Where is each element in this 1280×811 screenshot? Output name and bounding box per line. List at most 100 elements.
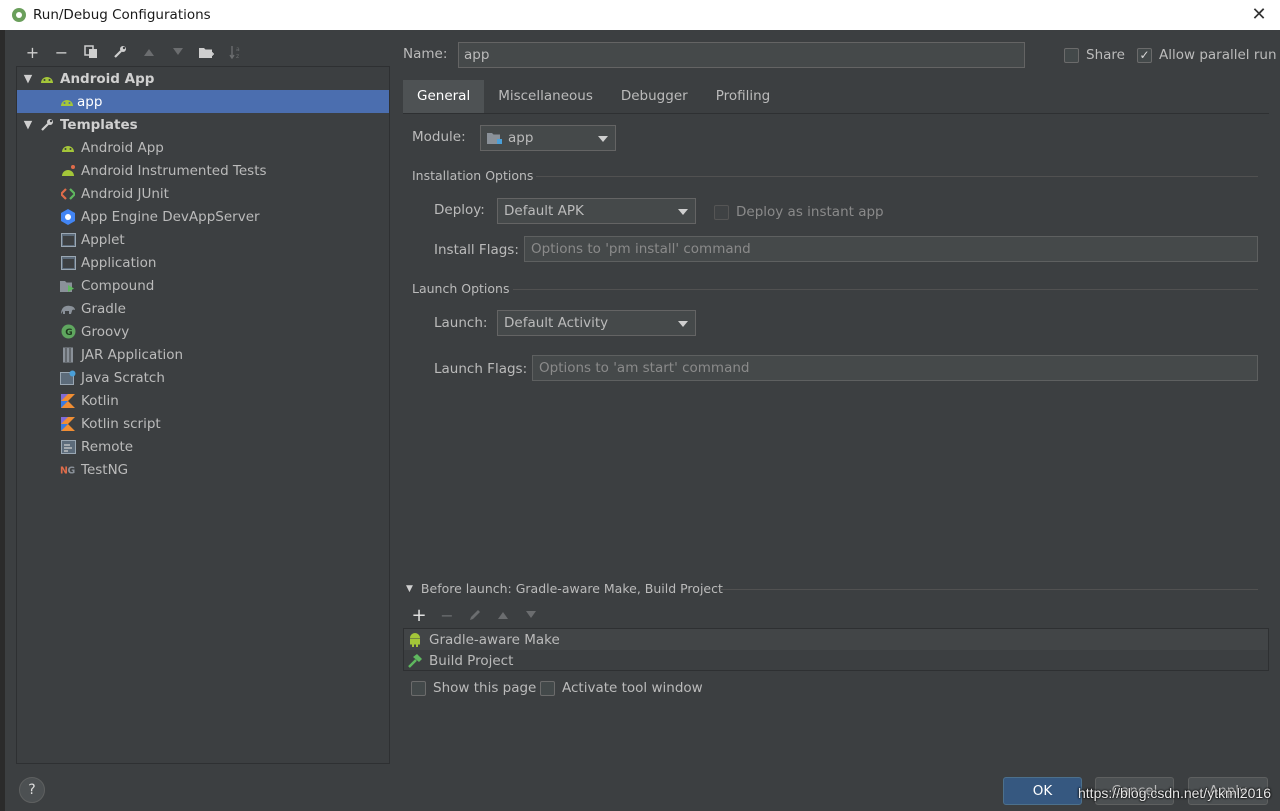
activate-tool-window-option[interactable]: Activate tool window [540, 680, 703, 696]
allow-parallel-option[interactable]: ✓ Allow parallel run [1137, 47, 1277, 63]
tab-miscellaneous[interactable]: Miscellaneous [484, 80, 607, 113]
launch-label: Launch: [434, 315, 487, 331]
deploy-instant-option[interactable]: Deploy as instant app [714, 204, 884, 220]
deploy-value: Default APK [504, 203, 584, 219]
installation-options-title: Installation Options [412, 168, 533, 183]
plus-icon[interactable]: + [18, 41, 47, 63]
config-toolbar: + − az [18, 40, 250, 64]
show-page-option[interactable]: Show this page [411, 680, 536, 696]
tree-item-label: Java Scratch [81, 370, 165, 386]
launch-options-title: Launch Options [412, 281, 509, 296]
application-icon [60, 255, 76, 271]
junit-icon [60, 186, 76, 202]
tree-item-template[interactable]: Compound [17, 274, 389, 297]
tree-item-template[interactable]: JAR Application [17, 343, 389, 366]
allow-parallel-checkbox[interactable]: ✓ [1137, 48, 1152, 63]
expand-arrow-icon[interactable]: ▼ [21, 118, 35, 131]
deploy-label: Deploy: [434, 202, 485, 218]
tree-group-templates[interactable]: ▼ Templates [17, 113, 389, 136]
tree-group-label: Templates [60, 117, 138, 133]
list-item-label: Gradle-aware Make [429, 632, 560, 648]
before-launch-toolbar: + − [405, 604, 545, 626]
tree-item-template[interactable]: Android Instrumented Tests [17, 159, 389, 182]
applet-icon [60, 232, 76, 248]
module-dropdown[interactable]: app [480, 125, 616, 151]
share-label: Share [1086, 47, 1125, 63]
tree-item-label: app [77, 94, 102, 110]
section-divider [513, 289, 1258, 290]
list-item-label: Build Project [429, 653, 513, 669]
list-item[interactable]: Gradle-aware Make [404, 629, 1268, 650]
tab-debugger[interactable]: Debugger [607, 80, 702, 113]
minus-icon[interactable]: − [433, 604, 461, 626]
tab-general[interactable]: General [403, 80, 484, 113]
collapse-arrow-icon[interactable]: ▼ [406, 584, 413, 594]
chevron-down-icon [598, 136, 608, 142]
tree-group-label: Android App [60, 71, 154, 87]
tree-item-template[interactable]: NG TestNG [17, 458, 389, 481]
close-icon[interactable]: ✕ [1248, 4, 1270, 26]
tree-item-template[interactable]: Gradle [17, 297, 389, 320]
help-button[interactable]: ? [19, 777, 45, 803]
tree-item-label: Android App [81, 140, 164, 156]
tab-bar: General Miscellaneous Debugger Profiling [403, 80, 1269, 114]
ok-button[interactable]: OK [1003, 777, 1082, 805]
deploy-dropdown[interactable]: Default APK [497, 198, 696, 224]
folder-icon[interactable] [192, 41, 221, 63]
sort-icon[interactable]: az [221, 41, 250, 63]
tree-item-label: Remote [81, 439, 133, 455]
tree-item-app[interactable]: app [17, 90, 389, 113]
tree-item-template[interactable]: Android JUnit [17, 182, 389, 205]
tree-item-template[interactable]: App Engine DevAppServer [17, 205, 389, 228]
move-up-icon[interactable] [489, 604, 517, 626]
plus-icon[interactable]: + [405, 604, 433, 626]
move-down-icon[interactable] [517, 604, 545, 626]
tree-item-template[interactable]: Application [17, 251, 389, 274]
edit-icon[interactable] [461, 604, 489, 626]
share-checkbox[interactable] [1064, 48, 1079, 63]
copy-icon[interactable] [76, 41, 105, 63]
expand-arrow-icon[interactable]: ▼ [21, 72, 35, 85]
configuration-tree: ▼ Android App app ▼ Templates Android Ap… [16, 66, 390, 764]
tab-profiling[interactable]: Profiling [702, 80, 785, 113]
tree-item-template[interactable]: Java Scratch [17, 366, 389, 389]
tree-item-template[interactable]: Kotlin [17, 389, 389, 412]
install-flags-label: Install Flags: [434, 242, 519, 258]
wrench-icon[interactable] [105, 41, 134, 63]
activate-tool-window-label: Activate tool window [562, 680, 703, 696]
tree-item-template[interactable]: Android App [17, 136, 389, 159]
list-item[interactable]: Build Project [404, 650, 1268, 671]
tree-item-template[interactable]: Remote [17, 435, 389, 458]
tree-item-label: TestNG [81, 462, 128, 478]
launch-flags-label: Launch Flags: [434, 361, 527, 377]
module-value: app [508, 130, 533, 146]
chevron-down-icon [678, 321, 688, 327]
android-icon [39, 71, 55, 87]
move-down-icon[interactable] [163, 41, 192, 63]
launch-dropdown[interactable]: Default Activity [497, 310, 696, 336]
name-field[interactable] [458, 42, 1025, 68]
show-page-label: Show this page [433, 680, 536, 696]
launch-flags-input[interactable] [532, 355, 1258, 381]
install-flags-input[interactable] [524, 236, 1258, 262]
minus-icon[interactable]: − [47, 41, 76, 63]
before-launch-list: Gradle-aware Make Build Project [403, 628, 1269, 671]
deploy-instant-label: Deploy as instant app [736, 204, 884, 220]
tree-item-template[interactable]: G Groovy [17, 320, 389, 343]
show-page-checkbox[interactable] [411, 681, 426, 696]
android-icon [59, 94, 75, 110]
tree-item-label: JAR Application [81, 347, 183, 363]
android-icon [407, 632, 423, 648]
tree-item-template[interactable]: Applet [17, 228, 389, 251]
move-up-icon[interactable] [134, 41, 163, 63]
window-title: Run/Debug Configurations [33, 7, 211, 23]
before-launch-header[interactable]: ▼ Before launch: Gradle-aware Make, Buil… [406, 581, 723, 596]
deploy-instant-checkbox[interactable] [714, 205, 729, 220]
activate-tool-window-checkbox[interactable] [540, 681, 555, 696]
tree-item-template[interactable]: Kotlin script [17, 412, 389, 435]
remote-icon [60, 439, 76, 455]
before-launch-title: Before launch: Gradle-aware Make, Build … [421, 581, 723, 596]
tree-item-label: Compound [81, 278, 154, 294]
tree-group-android-app[interactable]: ▼ Android App [17, 67, 389, 90]
share-option[interactable]: Share [1064, 47, 1125, 63]
